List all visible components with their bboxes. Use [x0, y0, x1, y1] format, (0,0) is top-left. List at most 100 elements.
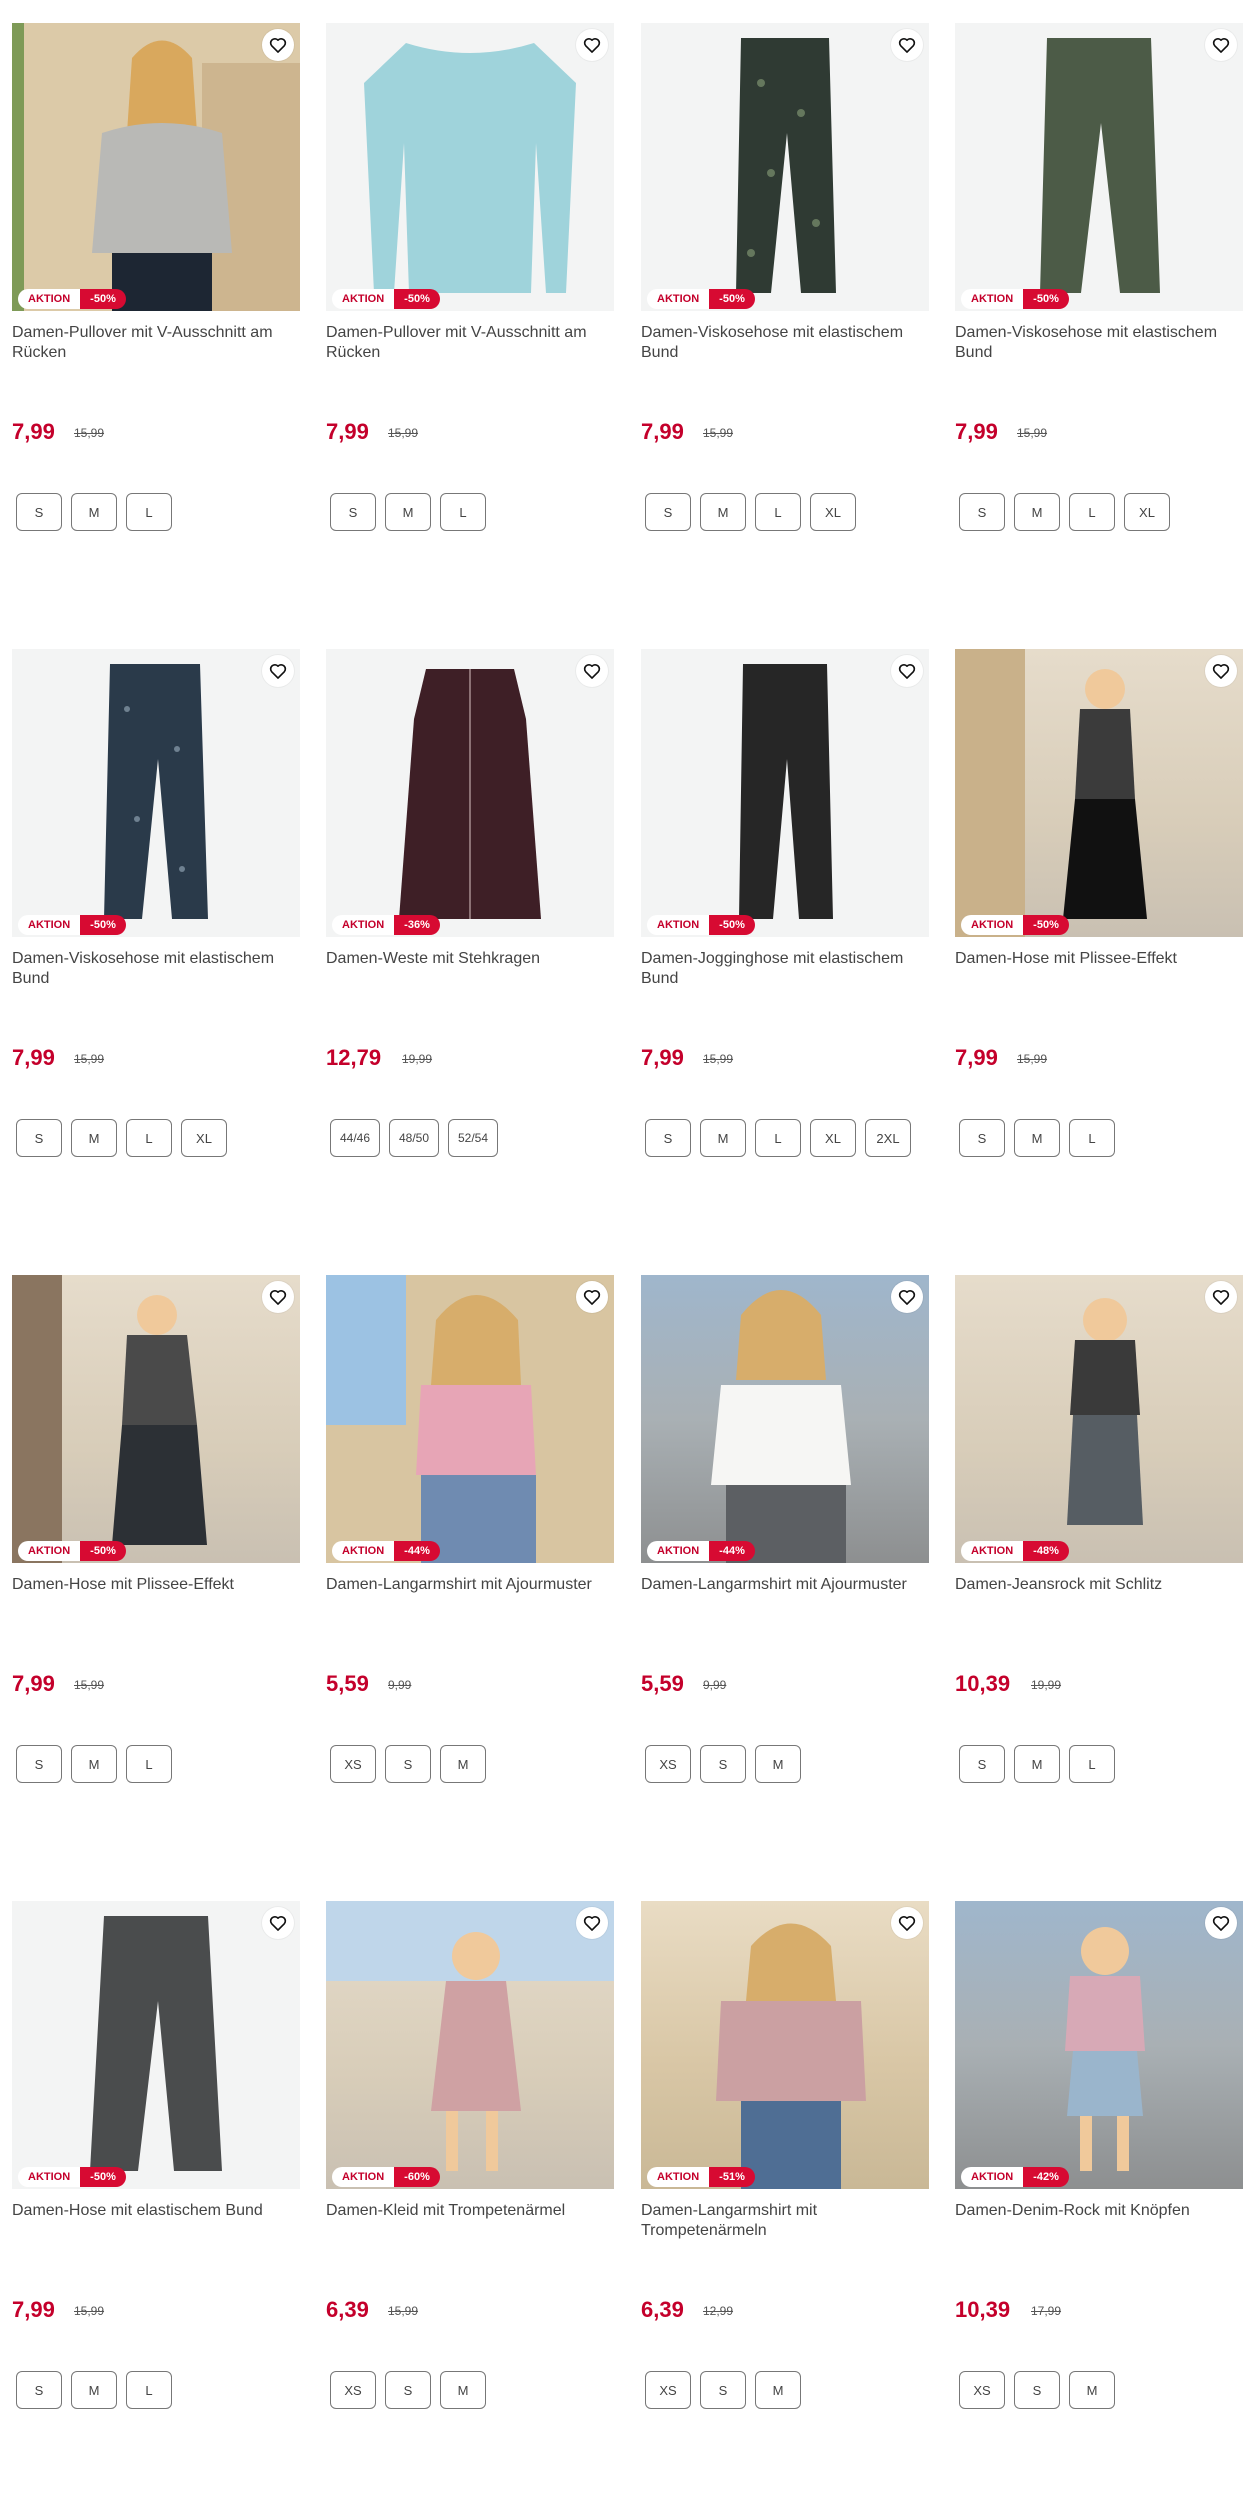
product-image[interactable]: AKTION -50% — [12, 1275, 300, 1563]
favorite-button[interactable] — [891, 1281, 923, 1313]
product-image[interactable]: AKTION -60% — [326, 1901, 614, 2189]
product-card[interactable]: AKTION -50% Damen-Viskosehose mit elasti… — [641, 23, 929, 623]
size-button[interactable]: 52/54 — [448, 1119, 498, 1157]
size-button[interactable]: L — [126, 493, 172, 531]
size-button[interactable]: XL — [181, 1119, 227, 1157]
product-title[interactable]: Damen-Pullover mit V-Ausschnitt am Rücke… — [12, 323, 300, 363]
size-button[interactable]: L — [1069, 493, 1115, 531]
size-button[interactable]: M — [71, 1745, 117, 1783]
product-title[interactable]: Damen-Langarmshirt mit Ajourmuster — [641, 1575, 929, 1595]
favorite-button[interactable] — [891, 29, 923, 61]
size-button[interactable]: M — [385, 493, 431, 531]
size-button[interactable]: L — [1069, 1745, 1115, 1783]
product-card[interactable]: AKTION -50% Damen-Pullover mit V-Ausschn… — [326, 23, 614, 623]
favorite-button[interactable] — [262, 655, 294, 687]
favorite-button[interactable] — [1205, 655, 1237, 687]
product-card[interactable]: AKTION -50% Damen-Viskosehose mit elasti… — [12, 649, 300, 1249]
product-title[interactable]: Damen-Langarmshirt mit Trompetenärmeln — [641, 2201, 929, 2241]
product-card[interactable]: AKTION -60% Damen-Kleid mit Trompetenärm… — [326, 1901, 614, 2501]
size-button[interactable]: M — [71, 493, 117, 531]
size-button[interactable]: L — [126, 1119, 172, 1157]
size-button[interactable]: XL — [810, 1119, 856, 1157]
size-button[interactable]: M — [1069, 2371, 1115, 2409]
product-title[interactable]: Damen-Kleid mit Trompetenärmel — [326, 2201, 614, 2221]
size-button[interactable]: M — [1014, 1119, 1060, 1157]
size-button[interactable]: M — [71, 2371, 117, 2409]
size-button[interactable]: S — [645, 493, 691, 531]
favorite-button[interactable] — [576, 29, 608, 61]
size-button[interactable]: XS — [645, 2371, 691, 2409]
size-button[interactable]: L — [755, 1119, 801, 1157]
product-card[interactable]: AKTION -51% Damen-Langarmshirt mit Tromp… — [641, 1901, 929, 2501]
product-card[interactable]: AKTION -42% Damen-Denim-Rock mit Knöpfen… — [955, 1901, 1243, 2501]
size-button[interactable]: XS — [330, 2371, 376, 2409]
product-title[interactable]: Damen-Denim-Rock mit Knöpfen — [955, 2201, 1243, 2221]
product-title[interactable]: Damen-Hose mit Plissee-Effekt — [955, 949, 1243, 969]
size-button[interactable]: S — [385, 2371, 431, 2409]
favorite-button[interactable] — [891, 1907, 923, 1939]
size-button[interactable]: XS — [330, 1745, 376, 1783]
size-button[interactable]: S — [16, 1745, 62, 1783]
product-image[interactable]: AKTION -44% — [641, 1275, 929, 1563]
product-card[interactable]: AKTION -48% Damen-Jeansrock mit Schlitz … — [955, 1275, 1243, 1875]
size-button[interactable]: S — [700, 1745, 746, 1783]
product-image[interactable]: AKTION -51% — [641, 1901, 929, 2189]
size-button[interactable]: M — [440, 1745, 486, 1783]
product-title[interactable]: Damen-Viskosehose mit elastischem Bund — [955, 323, 1243, 363]
size-button[interactable]: S — [645, 1119, 691, 1157]
product-title[interactable]: Damen-Viskosehose mit elastischem Bund — [641, 323, 929, 363]
product-image[interactable]: AKTION -44% — [326, 1275, 614, 1563]
size-button[interactable]: L — [440, 493, 486, 531]
size-button[interactable]: L — [755, 493, 801, 531]
product-image[interactable]: AKTION -48% — [955, 1275, 1243, 1563]
product-card[interactable]: AKTION -44% Damen-Langarmshirt mit Ajour… — [326, 1275, 614, 1875]
size-button[interactable]: XS — [959, 2371, 1005, 2409]
product-title[interactable]: Damen-Viskosehose mit elastischem Bund — [12, 949, 300, 989]
product-title[interactable]: Damen-Pullover mit V-Ausschnitt am Rücke… — [326, 323, 614, 363]
product-image[interactable]: AKTION -50% — [12, 23, 300, 311]
product-image[interactable]: AKTION -36% — [326, 649, 614, 937]
product-image[interactable]: AKTION -50% — [326, 23, 614, 311]
size-button[interactable]: M — [1014, 493, 1060, 531]
size-button[interactable]: S — [700, 2371, 746, 2409]
size-button[interactable]: M — [1014, 1745, 1060, 1783]
product-image[interactable]: AKTION -42% — [955, 1901, 1243, 2189]
size-button[interactable]: S — [16, 2371, 62, 2409]
size-button[interactable]: M — [700, 493, 746, 531]
product-card[interactable]: AKTION -36% Damen-Weste mit Stehkragen 1… — [326, 649, 614, 1249]
favorite-button[interactable] — [1205, 1281, 1237, 1313]
size-button[interactable]: S — [1014, 2371, 1060, 2409]
product-card[interactable]: AKTION -50% Damen-Hose mit Plissee-Effek… — [955, 649, 1243, 1249]
size-button[interactable]: M — [700, 1119, 746, 1157]
size-button[interactable]: M — [71, 1119, 117, 1157]
size-button[interactable]: S — [16, 493, 62, 531]
size-button[interactable]: M — [440, 2371, 486, 2409]
favorite-button[interactable] — [576, 655, 608, 687]
product-image[interactable]: AKTION -50% — [12, 649, 300, 937]
product-card[interactable]: AKTION -50% Damen-Hose mit Plissee-Effek… — [12, 1275, 300, 1875]
product-card[interactable]: AKTION -50% Damen-Pullover mit V-Ausschn… — [12, 23, 300, 623]
size-button[interactable]: 44/46 — [330, 1119, 380, 1157]
favorite-button[interactable] — [576, 1281, 608, 1313]
product-title[interactable]: Damen-Hose mit Plissee-Effekt — [12, 1575, 300, 1595]
product-image[interactable]: AKTION -50% — [12, 1901, 300, 2189]
size-button[interactable]: S — [959, 1119, 1005, 1157]
product-image[interactable]: AKTION -50% — [955, 649, 1243, 937]
size-button[interactable]: XL — [810, 493, 856, 531]
product-title[interactable]: Damen-Weste mit Stehkragen — [326, 949, 614, 969]
size-button[interactable]: XL — [1124, 493, 1170, 531]
size-button[interactable]: L — [1069, 1119, 1115, 1157]
favorite-button[interactable] — [576, 1907, 608, 1939]
product-card[interactable]: AKTION -50% Damen-Hose mit elastischem B… — [12, 1901, 300, 2501]
size-button[interactable]: M — [755, 1745, 801, 1783]
product-title[interactable]: Damen-Langarmshirt mit Ajourmuster — [326, 1575, 614, 1595]
size-button[interactable]: L — [126, 2371, 172, 2409]
product-title[interactable]: Damen-Jeansrock mit Schlitz — [955, 1575, 1243, 1595]
size-button[interactable]: S — [385, 1745, 431, 1783]
size-button[interactable]: S — [959, 493, 1005, 531]
size-button[interactable]: 2XL — [865, 1119, 911, 1157]
product-title[interactable]: Damen-Hose mit elastischem Bund — [12, 2201, 300, 2221]
favorite-button[interactable] — [1205, 29, 1237, 61]
size-button[interactable]: S — [959, 1745, 1005, 1783]
favorite-button[interactable] — [1205, 1907, 1237, 1939]
